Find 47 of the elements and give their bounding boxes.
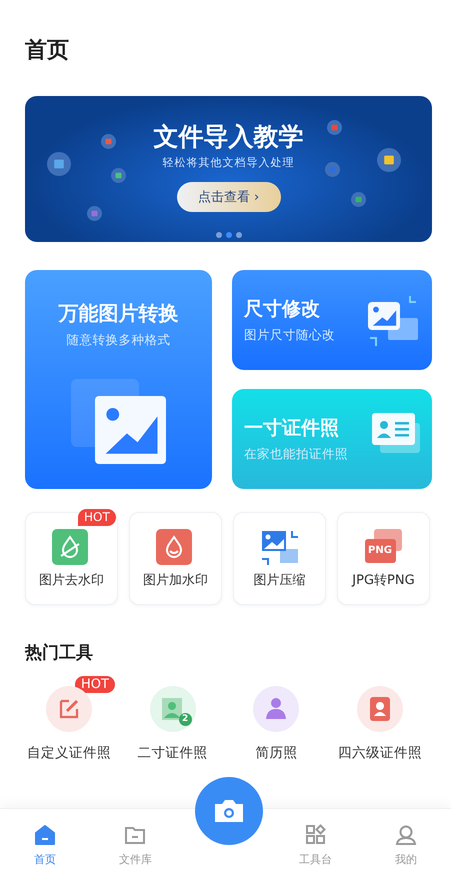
tool-button[interactable] (357, 686, 404, 732)
grid-icon (304, 824, 327, 846)
card-title: 尺寸修改 (244, 297, 321, 322)
tool-label: 简历照 (255, 744, 298, 762)
tab-item[interactable]: 工具台 (270, 809, 361, 875)
banner-title: 文件导入教学 (154, 122, 304, 152)
tool-label: 图片压缩 (254, 572, 306, 589)
section-title: 热门工具 (25, 642, 94, 664)
hot-badge: HOT (78, 509, 116, 526)
tool-button[interactable]: 2 (150, 686, 196, 732)
tool-label: JPG转PNG (352, 572, 415, 589)
home-icon (34, 824, 56, 846)
tool-label: 自定义证件照 (26, 744, 111, 762)
tool-button[interactable] (253, 686, 300, 732)
tool-tile[interactable]: 图片加水印 (129, 512, 222, 605)
card-subtitle: 随意转换多种格式 (66, 332, 170, 349)
page-dot[interactable] (236, 232, 242, 238)
tab-item[interactable]: 首页 (0, 809, 90, 875)
view-button[interactable]: 点击查看 › (176, 182, 280, 212)
page-dot[interactable] (226, 232, 232, 238)
tool-tile[interactable]: HOT 图片去水印 (25, 512, 118, 605)
tab-item[interactable]: 我的 (360, 809, 451, 875)
id-card-icon (372, 413, 420, 455)
page-dot[interactable] (216, 232, 222, 238)
count-badge: 2 (178, 713, 192, 726)
card-title: 万能图片转换 (58, 300, 178, 327)
tool-label: 图片去水印 (39, 572, 104, 589)
banner-card[interactable]: 文件导入教学 轻松将其他文档导入处理 点击查看 › (25, 96, 432, 242)
hot-badge: HOT (75, 676, 115, 693)
card-subtitle: 图片尺寸随心改 (244, 327, 335, 344)
feature-card[interactable]: 一寸证件照 在家也能拍证件照 (232, 389, 432, 489)
tool-label: 图片加水印 (143, 572, 208, 589)
image-resize-icon (366, 294, 420, 348)
person-icon (394, 824, 417, 846)
feature-card[interactable]: 万能图片转换 随意转换多种格式 (25, 270, 212, 489)
tab-item[interactable]: 文件库 (90, 809, 180, 875)
card-title: 一寸证件照 (244, 416, 340, 441)
banner-subtitle: 轻松将其他文档导入处理 (162, 155, 294, 170)
camera-icon (213, 798, 245, 824)
card-subtitle: 在家也能拍证件照 (244, 446, 348, 463)
tool-tile[interactable]: 图片压缩 (233, 512, 326, 605)
tool-label: 四六级证件照 (338, 744, 422, 762)
tool-tile[interactable]: PNG JPG转PNG (337, 512, 430, 605)
image-compress-icon (260, 529, 300, 565)
page-title: 首页 (25, 37, 70, 65)
tool-label: 二寸证件照 (138, 744, 208, 762)
feature-card[interactable]: 尺寸修改 图片尺寸随心改 (232, 270, 432, 370)
